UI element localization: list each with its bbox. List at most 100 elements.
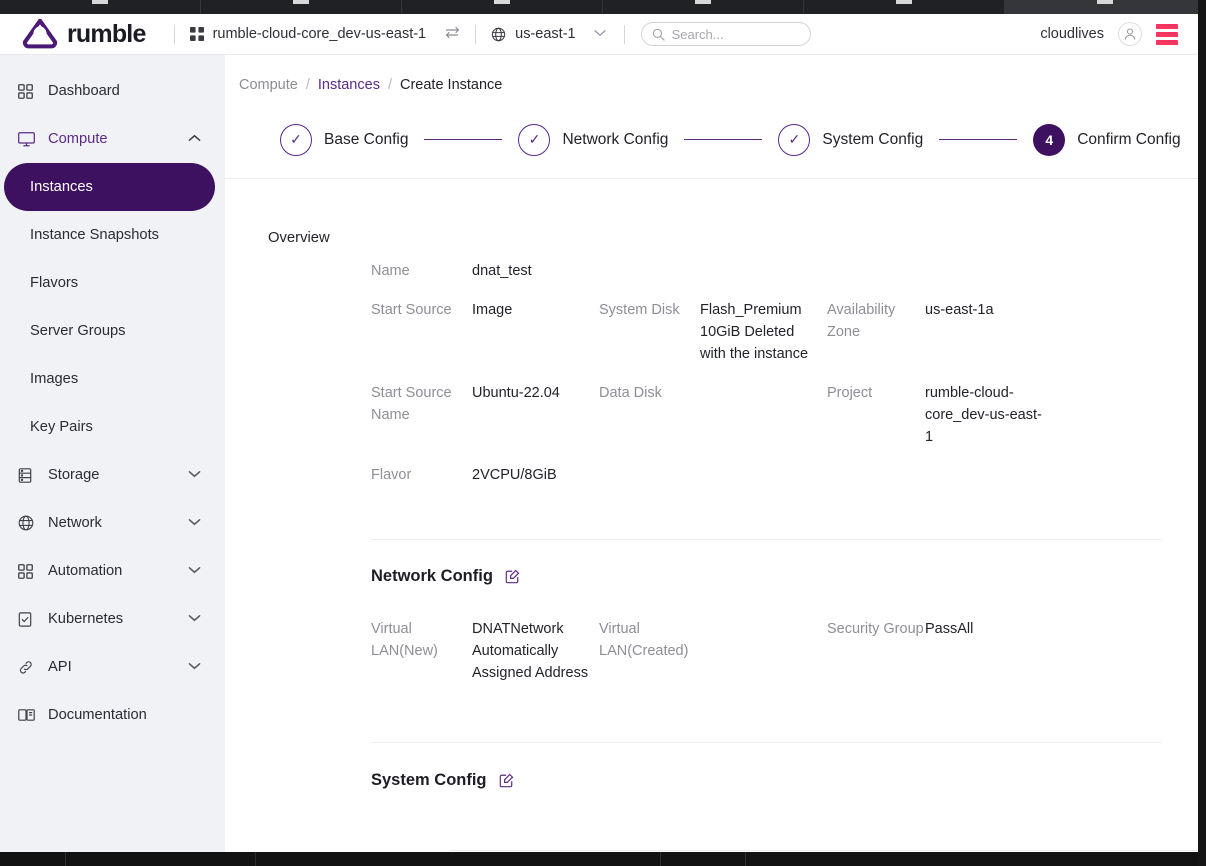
field-value: Flash_Premium 10GiB Deleted with the ins… (700, 302, 809, 362)
brand[interactable]: rumble (22, 18, 146, 49)
sidebar-item-key-pairs[interactable]: Key Pairs (0, 403, 225, 451)
sidebar-group-storage[interactable]: Storage (0, 451, 225, 499)
step-number: 4 (1033, 123, 1066, 156)
step-network-config[interactable]: ✓ Network Config (518, 123, 669, 156)
globe-icon (491, 27, 506, 42)
sidebar-group-automation[interactable]: Automation (0, 547, 225, 595)
sidebar-item-instances[interactable]: Instances (4, 163, 215, 211)
wizard-stepper: ✓ Base Config ✓ Network Config ✓ System … (225, 101, 1198, 179)
divider (623, 24, 625, 44)
browser-tab-strip (0, 0, 1206, 14)
chevron-down-icon[interactable] (188, 565, 201, 577)
sidebar-item-label: Key Pairs (30, 419, 93, 435)
breadcrumb-instances[interactable]: Instances (318, 77, 380, 93)
step-label: Base Config (324, 130, 409, 148)
overview-row: Name dnat_test (371, 260, 1171, 282)
sidebar-item-label: Instances (30, 179, 93, 195)
sidebar-group-label: Network (48, 515, 102, 531)
user-avatar-icon[interactable] (1118, 22, 1142, 46)
breadcrumb-separator: / (305, 77, 310, 93)
chevron-down-icon[interactable] (188, 469, 201, 481)
section-divider (371, 742, 1161, 743)
monitor-icon (18, 131, 40, 147)
browser-tab[interactable] (402, 0, 603, 14)
step-confirm-config[interactable]: 4 Confirm Config (1033, 123, 1181, 156)
chevron-down-icon[interactable] (188, 517, 201, 529)
sidebar-item-dashboard[interactable]: Dashboard (0, 67, 225, 115)
sidebar-item-label: Flavors (30, 275, 79, 291)
confirm-content-scroll[interactable]: Overview Name dnat_test Start Source Ima… (225, 208, 1198, 812)
field-value: 2VCPU/8GiB (472, 467, 557, 483)
search-icon (652, 28, 665, 41)
system-config-header: System Config (371, 771, 1198, 790)
chevron-up-icon[interactable] (188, 133, 201, 145)
step-label: System Config (822, 130, 924, 148)
sidebar-group-label: Automation (48, 563, 123, 579)
step-label: Network Config (562, 130, 669, 148)
sidebar-group-api[interactable]: API (0, 643, 225, 691)
edit-pencil-icon[interactable] (499, 773, 514, 788)
section-title: Network Config (371, 567, 493, 585)
breadcrumb-root[interactable]: Compute (239, 77, 298, 93)
overview-row: Start Source Image System Disk Flash_Pre… (371, 299, 1171, 365)
project-selector[interactable]: rumble-cloud-core_dev-us-east-1 (189, 26, 461, 43)
sidebar-group-label: Storage (48, 467, 100, 483)
field-value: dnat_test (472, 263, 532, 279)
link-chain-icon (18, 660, 40, 675)
chevron-down-icon[interactable] (188, 613, 201, 625)
sidebar-group-compute[interactable]: Compute (0, 115, 225, 163)
check-icon: ✓ (778, 123, 811, 156)
step-base-config[interactable]: ✓ Base Config (280, 123, 409, 156)
browser-tab[interactable] (0, 0, 201, 14)
network-config-grid: Virtual LAN(New) DNATNetwork Automatical… (371, 618, 1171, 684)
field-label: Availability Zone (827, 302, 896, 340)
edit-pencil-icon[interactable] (505, 569, 520, 584)
field-label: Start Source (371, 302, 452, 318)
browser-tab[interactable] (603, 0, 804, 14)
field-label: Security Group (827, 621, 924, 637)
step-label: Confirm Config (1077, 130, 1181, 148)
clipboard-check-icon (18, 611, 40, 627)
chevron-down-icon[interactable] (593, 28, 606, 40)
step-system-config[interactable]: ✓ System Config (778, 123, 924, 156)
search-input-wrapper[interactable] (640, 22, 811, 46)
browser-bottom-chrome (0, 852, 1206, 866)
field-value: DNATNetwork Automatically Assigned Addre… (472, 621, 589, 681)
brand-name: rumble (67, 19, 146, 48)
sidebar-item-label: Instance Snapshots (30, 227, 160, 243)
sidebar-item-images[interactable]: Images (0, 355, 225, 403)
sidebar-item-flavors[interactable]: Flavors (0, 259, 225, 307)
field-value (700, 382, 820, 448)
chevron-down-icon[interactable] (188, 661, 201, 673)
browser-tab[interactable] (804, 0, 1005, 14)
overview-row: Flavor 2VCPU/8GiB (371, 464, 1171, 486)
grid-icon (18, 563, 40, 579)
sidebar-item-server-groups[interactable]: Server Groups (0, 307, 225, 355)
browser-tab[interactable] (201, 0, 402, 14)
region-name: us-east-1 (515, 26, 576, 42)
swap-arrows-icon[interactable] (445, 26, 460, 43)
search-input[interactable] (671, 26, 800, 42)
section-divider (371, 539, 1161, 540)
divider (475, 24, 477, 44)
field-label: Start Source Name (371, 385, 452, 423)
sidebar-group-kubernetes[interactable]: Kubernetes (0, 595, 225, 643)
sidebar-group-label: API (48, 659, 72, 675)
project-name: rumble-cloud-core_dev-us-east-1 (212, 26, 427, 42)
sidebar-item-instance-snapshots[interactable]: Instance Snapshots (0, 211, 225, 259)
hamburger-menu-icon[interactable] (1156, 23, 1178, 45)
field-value: Ubuntu-22.04 (472, 385, 560, 401)
sidebar-item-documentation[interactable]: Documentation (0, 691, 225, 739)
region-selector[interactable]: us-east-1 (491, 26, 606, 42)
sidebar-group-network[interactable]: Network (0, 499, 225, 547)
sidebar: Dashboard Compute Instances Instance Sna… (0, 55, 225, 852)
divider (173, 24, 175, 44)
browser-tab-active[interactable] (1005, 0, 1206, 14)
overview-row: Start Source Name Ubuntu-22.04 Data Disk… (371, 382, 1171, 448)
globe-icon (18, 515, 40, 531)
field-value (700, 618, 820, 684)
breadcrumb-current: Create Instance (399, 77, 503, 93)
step-connector (684, 138, 763, 141)
network-config-row: Virtual LAN(New) DNATNetwork Automatical… (371, 618, 1171, 684)
server-stack-icon (18, 467, 40, 483)
